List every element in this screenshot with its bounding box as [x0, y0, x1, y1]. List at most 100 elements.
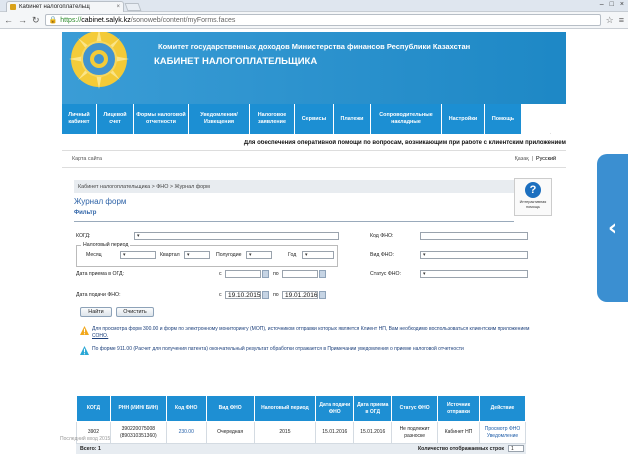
reload-icon[interactable]: ↻ [32, 15, 40, 26]
window-controls: – □ × [600, 1, 624, 8]
menu-item-personal-account[interactable]: Лицевой счет [97, 104, 133, 134]
info-message-911: По форме 911.00 (Расчет для получения па… [80, 346, 540, 356]
menu-item-tax-forms[interactable]: Формы налоговой отчетности [134, 104, 188, 134]
table-header-row: КОГД РНН (ИИН/ БИН) Код ФНО Вид ФНО Нало… [76, 395, 527, 422]
halfyear-label: Полугодие [216, 252, 242, 258]
site-container: Комитет государственных доходов Министер… [62, 30, 566, 454]
calendar-icon[interactable] [262, 270, 269, 278]
menu-item-waybills[interactable]: Сопроводительные накладные [371, 104, 441, 134]
col-tax-period[interactable]: Налоговый период [253, 395, 317, 422]
browser-menu-icon[interactable]: ≡ [619, 15, 624, 25]
cell-date-submit: 15.01.2016 [315, 421, 355, 444]
new-tab-button[interactable] [124, 3, 142, 11]
page: Комитет государственных доходов Министер… [0, 30, 628, 454]
forward-icon[interactable]: → [18, 15, 27, 25]
menu-item-services[interactable]: Сервисы [295, 104, 333, 134]
date-receive-from-input[interactable] [225, 270, 261, 278]
cell-tax-period: 2015 [253, 421, 317, 444]
date-submit-from-label: с [219, 292, 222, 298]
sono-link[interactable]: СОНО. [92, 333, 108, 339]
menu-item-payments[interactable]: Платежи [334, 104, 370, 134]
status-fno-label: Статус ФНО: [370, 271, 402, 277]
find-button[interactable]: Найти [80, 307, 112, 317]
kogd-label: КОГД: [76, 233, 91, 239]
col-source[interactable]: Источник отправки [437, 395, 480, 422]
bookmark-star-icon[interactable]: ☆ [606, 15, 614, 26]
side-panel-toggle[interactable]: ‹ [597, 154, 628, 302]
kz-emblem-icon [69, 32, 129, 89]
lang-kz-link[interactable]: Қазақ [515, 156, 529, 162]
date-receive-to-input[interactable] [282, 270, 318, 278]
cell-vid-fno: Очередная [205, 421, 255, 444]
maximize-icon[interactable]: □ [610, 1, 614, 8]
menu-item-tax-statement[interactable]: Налоговое заявление [250, 104, 294, 134]
page-size-select[interactable]: 1 [508, 445, 524, 452]
page-title: Журнал форм [74, 197, 127, 206]
halfyear-select[interactable] [246, 251, 272, 259]
col-kogd[interactable]: КОГД [76, 395, 111, 422]
main-content: Кабинет налогоплательщика > ФНО > Журнал… [74, 178, 552, 454]
kod-fno-label: Код ФНО: [370, 233, 394, 239]
quarter-label: Квартал [160, 252, 180, 258]
minimize-icon[interactable]: – [600, 1, 604, 8]
address-bar: ← → ↻ 🔒 https://cabinet.salyk.kz/sonoweb… [0, 12, 628, 29]
month-select[interactable] [120, 251, 156, 259]
col-rnn[interactable]: РНН (ИИН/ БИН) [109, 395, 167, 422]
table-row: 3902 390220075008 (890310351360) 230.00 … [76, 421, 527, 444]
tab-title: Кабинет налогоплательщ [19, 4, 90, 10]
col-status[interactable]: Статус ФНО [391, 395, 439, 422]
info-message-sono: Для просмотра форм 300.00 и форм по элек… [80, 326, 540, 342]
close-tab-icon[interactable]: × [116, 4, 120, 10]
calendar-icon[interactable] [319, 291, 326, 299]
menu-item-help[interactable]: Помощь [485, 104, 521, 134]
url-scheme: https:// [60, 16, 82, 24]
col-vid-fno[interactable]: Вид ФНО [205, 395, 255, 422]
lang-ru-link[interactable]: Русский [536, 156, 556, 162]
cell-source: Кабинет НП [437, 421, 480, 444]
forms-table: КОГД РНН (ИИН/ БИН) Код ФНО Вид ФНО Нало… [76, 395, 527, 444]
favicon-icon [10, 4, 16, 10]
calendar-icon[interactable] [262, 291, 269, 299]
browser-tab[interactable]: Кабинет налогоплательщ × [6, 1, 124, 12]
clear-button[interactable]: Очистить [116, 307, 154, 317]
date-receive-from-label: с [219, 271, 222, 277]
support-notice: Для обеспечения оперативной помощи по во… [243, 140, 566, 146]
info-911-text: По форме 911.00 (Расчет для получения па… [92, 346, 464, 352]
cell-kod-fno[interactable]: 230.00 [165, 421, 207, 444]
cell-status: Не подлежит разноске [391, 421, 439, 444]
close-window-icon[interactable]: × [620, 1, 624, 8]
date-submit-to-input[interactable]: 19.01.2016 [282, 291, 318, 299]
month-label: Месяц [86, 252, 102, 258]
info-sono-text: Для просмотра форм 300.00 и форм по элек… [92, 326, 530, 332]
back-icon[interactable]: ← [4, 15, 13, 25]
url-host: cabinet.salyk.kz [81, 16, 131, 24]
date-submit-to-label: по [273, 292, 279, 298]
year-select[interactable] [302, 251, 334, 259]
quarter-select[interactable] [184, 251, 210, 259]
menu-item-notifications[interactable]: Уведомления/ Извещения [189, 104, 249, 134]
col-date-submit[interactable]: Дата подачи ФНО [315, 395, 355, 422]
total-count: Всего: 1 [80, 446, 101, 452]
menu-item-personal-cabinet[interactable]: Личный кабинет [62, 104, 96, 134]
col-kod-fno[interactable]: Код ФНО [165, 395, 207, 422]
lang-separator: | [531, 156, 533, 162]
menu-item-settings[interactable]: Настройки [442, 104, 484, 134]
kod-fno-input[interactable] [420, 232, 528, 240]
info-icon [80, 346, 89, 355]
cell-rnn: 390220075008 (890310351360) [109, 421, 167, 444]
help-question-icon: ? [525, 182, 541, 198]
date-submit-from-input[interactable]: 19.10.2015 [225, 291, 261, 299]
url-field[interactable]: 🔒 https://cabinet.salyk.kz/sonoweb/conte… [44, 14, 601, 26]
kogd-select[interactable] [134, 232, 339, 240]
interactive-help-widget[interactable]: ? Интерактивная помощь [514, 178, 552, 216]
calendar-icon[interactable] [319, 270, 326, 278]
header-org-name: Комитет государственных доходов Министер… [158, 42, 471, 51]
breadcrumb[interactable]: Кабинет налогоплательщика > ФНО > Журнал… [74, 180, 514, 193]
cell-action-links[interactable]: Просмотр ФНО Уведомление [478, 421, 527, 444]
status-fno-select[interactable] [420, 270, 528, 278]
sitemap-link[interactable]: Карта сайта [72, 156, 102, 162]
col-date-receive[interactable]: Дата приема в ОГД [353, 395, 393, 422]
header-cabinet-title: КАБИНЕТ НАЛОГОПЛАТЕЛЬЩИКА [154, 56, 318, 67]
vid-fno-select[interactable] [420, 251, 528, 259]
site-header: Комитет государственных доходов Министер… [62, 32, 566, 104]
